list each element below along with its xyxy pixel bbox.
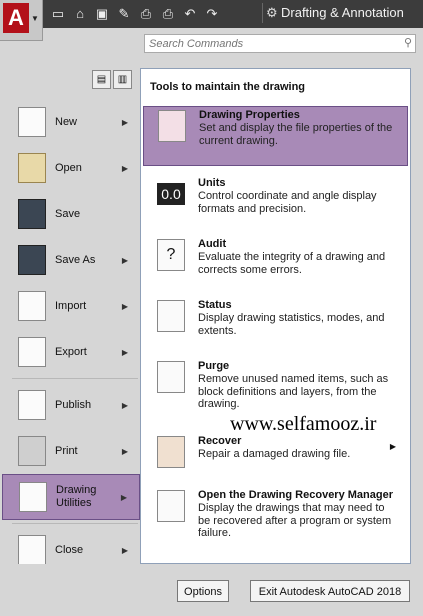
item-description: Display the drawings that may need to be… (198, 502, 392, 540)
workspace-switcher[interactable]: ⚙ Drafting & Annotation (262, 3, 404, 23)
recover-bandage-icon (157, 436, 185, 468)
recent-documents-icon[interactable]: ▤ (92, 70, 111, 89)
search-icon[interactable]: ⚲ (404, 36, 412, 49)
search-input[interactable] (145, 35, 403, 52)
menu-item-import[interactable]: Import ▶ (0, 283, 140, 329)
menu-item-label: Drawing Utilities (56, 484, 97, 509)
drawing-properties-item[interactable]: Drawing Properties Set and display the f… (143, 106, 408, 166)
printer-icon (18, 436, 46, 466)
redo-icon[interactable]: ↷ (204, 6, 220, 22)
menu-divider (12, 378, 138, 379)
recent-docs-toolbar: ▤ ▥ (92, 70, 132, 89)
menu-item-label: Import (55, 299, 87, 312)
menu-item-save[interactable]: Save (0, 191, 140, 237)
menu-item-label: Open (55, 161, 82, 174)
menu-item-label: Close (55, 543, 84, 556)
search-box: ⚲ (144, 34, 416, 53)
audit-icon: ? (157, 239, 185, 271)
new-icon (18, 107, 46, 137)
chevron-right-icon: ▶ (121, 545, 128, 555)
quick-access-toolbar: ▭ ⌂ ▣ ✎ ⎙ ⎙ ↶ ↷ (50, 4, 220, 24)
undo-icon[interactable]: ↶ (182, 6, 198, 22)
chevron-right-icon: ▶ (120, 492, 127, 502)
menu-item-export[interactable]: Export ▶ (0, 329, 140, 375)
open-documents-icon[interactable]: ▥ (113, 70, 132, 89)
publish-icon (18, 390, 46, 420)
item-description: Remove unused named items, such as block… (198, 373, 389, 411)
chevron-right-icon: ▶ (121, 347, 128, 357)
purge-broom-icon (157, 361, 185, 393)
menu-item-label: New (55, 115, 78, 128)
print-icon[interactable]: ⎙ (138, 6, 154, 22)
item-description: Evaluate the integrity of a drawing and … (198, 251, 386, 276)
export-icon (18, 337, 46, 367)
chevron-right-icon: ▶ (121, 117, 128, 127)
wrench-icon (19, 482, 47, 512)
watermark-text: www.selfamooz.ir (230, 413, 377, 435)
chevron-right-icon: ▶ (121, 163, 128, 173)
chevron-down-icon: ▼ (31, 14, 39, 23)
item-description: Set and display the file properties of t… (199, 122, 393, 147)
open-icon[interactable]: ⌂ (72, 6, 88, 22)
recovery-manager-icon (157, 490, 185, 522)
close-document-icon (18, 535, 46, 565)
recovery-manager-item[interactable]: Open the Drawing Recovery Manager Displa… (143, 487, 408, 547)
status-icon (157, 300, 185, 332)
menu-item-print[interactable]: Print ▶ (0, 428, 140, 474)
menu-item-publish[interactable]: Publish ▶ (0, 382, 140, 428)
status-item[interactable]: Status Display drawing statistics, modes… (143, 297, 408, 352)
item-title: Audit (198, 238, 227, 250)
chevron-right-icon: ▶ (389, 442, 396, 451)
application-menu: New ▶ Open ▶ Save Save As ▶ Import ▶ Exp… (0, 99, 140, 573)
item-description: Control coordinate and angle display for… (198, 190, 377, 215)
menu-item-save-as[interactable]: Save As ▶ (0, 237, 140, 283)
menu-item-new[interactable]: New ▶ (0, 99, 140, 145)
units-icon: 0.0 (157, 183, 185, 205)
item-title: Drawing Properties (199, 109, 300, 121)
panel-title: Tools to maintain the drawing (150, 81, 306, 93)
new-icon[interactable]: ▭ (50, 6, 66, 22)
workspace-label: Drafting & Annotation (281, 5, 404, 20)
item-title: Units (198, 177, 226, 189)
item-title: Recover (198, 435, 242, 447)
chevron-right-icon: ▶ (121, 301, 128, 311)
audit-item[interactable]: ? Audit Evaluate the integrity of a draw… (143, 236, 408, 291)
autocad-logo-icon: A (3, 3, 29, 33)
title-bar: ▭ ⌂ ▣ ✎ ⎙ ⎙ ↶ ↷ ⚙ Drafting & Annotation (0, 0, 423, 28)
open-folder-icon (18, 153, 46, 183)
menu-item-label: Save (55, 207, 81, 220)
menu-item-label: Print (55, 444, 78, 457)
application-button[interactable]: A ▼ (0, 0, 43, 41)
menu-item-label: Export (55, 345, 87, 358)
item-title: Purge (198, 360, 230, 372)
item-description: Repair a damaged drawing file. (198, 448, 351, 460)
saveas-icon[interactable]: ✎ (116, 6, 132, 22)
drawing-utilities-panel: Tools to maintain the drawing Drawing Pr… (140, 68, 411, 564)
menu-item-open[interactable]: Open ▶ (0, 145, 140, 191)
save-as-icon (18, 245, 46, 275)
menu-divider (12, 523, 138, 524)
drawing-properties-icon (158, 110, 186, 142)
item-description: Display drawing statistics, modes, and e… (198, 312, 385, 337)
save-icon (18, 199, 46, 229)
options-button[interactable]: Options (177, 580, 229, 602)
recover-item[interactable]: Recover Repair a damaged drawing file. ▶ (143, 433, 408, 478)
units-item[interactable]: 0.0 Units Control coordinate and angle d… (143, 175, 408, 230)
menu-item-label: Save As (55, 253, 96, 266)
chevron-right-icon: ▶ (121, 255, 128, 265)
plot-icon[interactable]: ⎙ (160, 6, 176, 22)
item-title: Open the Drawing Recovery Manager (198, 489, 393, 501)
chevron-right-icon: ▶ (121, 400, 128, 410)
item-title: Status (198, 299, 232, 311)
chevron-right-icon: ▶ (121, 446, 128, 456)
menu-item-label: Publish (55, 398, 92, 411)
menu-item-drawing-utilities[interactable]: Drawing Utilities ▶ (2, 474, 140, 520)
exit-autocad-button[interactable]: Exit Autodesk AutoCAD 2018 (250, 580, 410, 602)
import-icon (18, 291, 46, 321)
gear-icon: ⚙ (266, 5, 278, 20)
save-icon[interactable]: ▣ (94, 6, 110, 22)
